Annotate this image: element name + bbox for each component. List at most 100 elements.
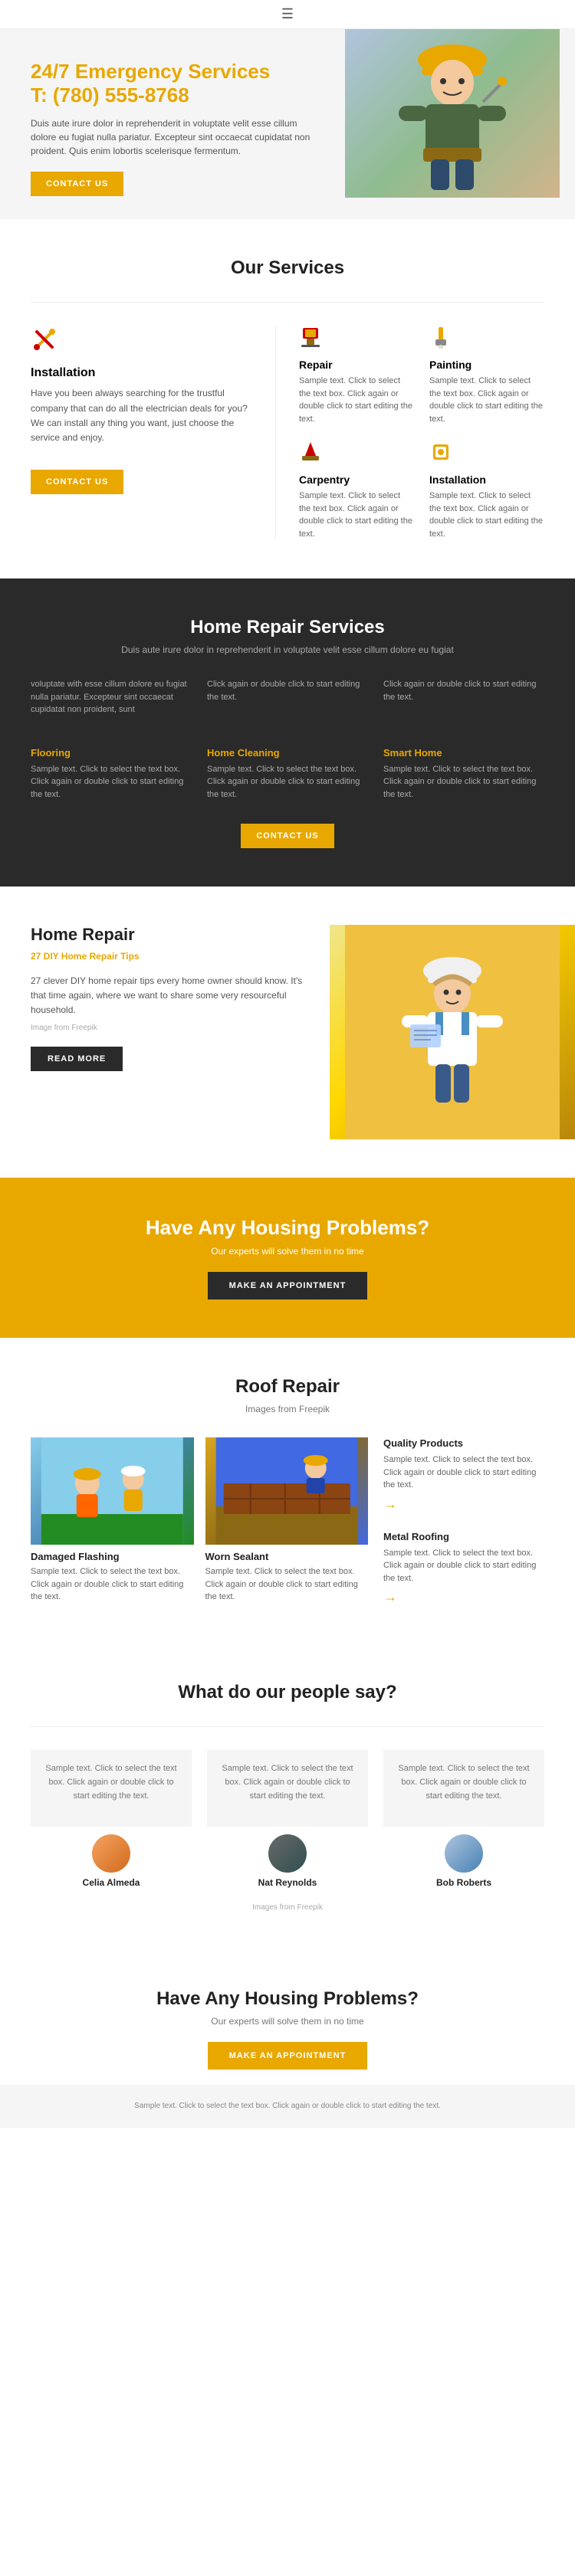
make-appointment-button-2[interactable]: MAKE AN APPOINTMENT <box>208 2042 368 2070</box>
carpentry-desc: Sample text. Click to select the text bo… <box>299 490 414 540</box>
testimonials-title: What do our people say? <box>31 1682 544 1703</box>
make-appointment-button-1[interactable]: MAKE AN APPOINTMENT <box>208 1272 368 1299</box>
services-grid: Installation Have you been always search… <box>31 326 544 540</box>
installation2-icon <box>429 441 544 467</box>
home-repair-text1: voluptate with esse cillum dolore eu fug… <box>31 678 192 716</box>
read-more-button[interactable]: READ MORE <box>31 1047 123 1071</box>
testimonial-box-1: Sample text. Click to select the text bo… <box>31 1750 192 1827</box>
testimonial-3: Sample text. Click to select the text bo… <box>383 1750 544 1888</box>
damaged-flashing-svg <box>31 1437 194 1545</box>
repair-description: 27 clever DIY home repair tips every hom… <box>31 974 307 1018</box>
housing-banner2-title: Have Any Housing Problems? <box>31 1988 544 2010</box>
hero-image-inner <box>345 29 560 198</box>
services-contact-button[interactable]: CONTACT US <box>31 470 123 494</box>
worker-illustration <box>376 29 529 198</box>
roof-image-row: Damaged Flashing Sample text. Click to s… <box>31 1437 368 1604</box>
hero-phone: T: (780) 555-8768 <box>31 84 314 107</box>
repair-service: Repair Sample text. Click to select the … <box>299 326 414 425</box>
footer-text: Sample text. Click to select the text bo… <box>31 2100 544 2112</box>
painting-title: Painting <box>429 359 544 371</box>
home-repair-col1: voluptate with esse cillum dolore eu fug… <box>31 678 192 724</box>
testimonial-text-2: Sample text. Click to select the text bo… <box>219 1762 356 1803</box>
quality-products-item: Quality Products Sample text. Click to s… <box>383 1437 544 1512</box>
testimonials-divider <box>31 1726 544 1727</box>
repair-image-credit: Image from Freepik <box>31 1022 307 1034</box>
testimonial-box-2: Sample text. Click to select the text bo… <box>207 1750 368 1827</box>
home-repair-text3: Click again or double click to start edi… <box>383 678 544 703</box>
home-repair-services-subtitle: Duis aute irure dolor in reprehenderit i… <box>31 644 544 655</box>
worn-sealant-svg <box>205 1437 369 1545</box>
installation2-title: Installation <box>429 474 544 486</box>
repair-title: Repair <box>299 359 414 371</box>
carpentry-svg <box>299 441 322 464</box>
repair-svg <box>299 326 322 349</box>
tools-icon <box>31 326 58 353</box>
testimonial-person-1: Celia Almeda <box>31 1834 192 1888</box>
testimonial-2: Sample text. Click to select the text bo… <box>207 1750 368 1888</box>
damaged-flashing-image <box>31 1437 194 1545</box>
home-repair-contact-button[interactable]: CONTACT US <box>241 824 334 848</box>
worn-sealant-desc: Sample text. Click to select the text bo… <box>205 1565 369 1604</box>
roof-text-items: Quality Products Sample text. Click to s… <box>383 1437 544 1605</box>
quality-products-arrow: → <box>383 1496 397 1512</box>
testimonial-1: Sample text. Click to select the text bo… <box>31 1750 192 1888</box>
roof-repair-title: Roof Repair <box>31 1376 544 1398</box>
repair-image <box>330 925 575 1139</box>
housing-banner1-subtitle: Our experts will solve them in no time <box>31 1246 544 1257</box>
testimonial-person-3: Bob Roberts <box>383 1834 544 1888</box>
metal-roofing-desc: Sample text. Click to select the text bo… <box>383 1547 544 1585</box>
repair-subtitle: 27 DIY Home Repair Tips <box>31 949 307 964</box>
painting-icon <box>429 326 544 352</box>
roof-content-grid: Damaged Flashing Sample text. Click to s… <box>31 1437 544 1605</box>
person-name-1: Celia Almeda <box>31 1877 192 1888</box>
services-divider <box>31 302 544 303</box>
damaged-flashing-caption: Damaged Flashing <box>31 1551 194 1562</box>
worn-sealant-col: Worn Sealant Sample text. Click to selec… <box>205 1437 369 1604</box>
hero-contact-button[interactable]: CONTACT US <box>31 172 123 196</box>
testimonial-text-3: Sample text. Click to select the text bo… <box>396 1762 532 1803</box>
hero-title-line1: 24/7 Emergency Services <box>31 60 314 84</box>
smart-home-title: Smart Home <box>383 747 544 759</box>
avatar-1 <box>92 1834 130 1873</box>
smart-home-item: Smart Home Sample text. Click to select … <box>383 739 544 809</box>
person-name-3: Bob Roberts <box>383 1877 544 1888</box>
installation-title: Installation <box>31 366 252 380</box>
testimonial-person-2: Nat Reynolds <box>207 1834 368 1888</box>
services-right-col: Repair Sample text. Click to select the … <box>299 326 544 540</box>
carpentry-service: Carpentry Sample text. Click to select t… <box>299 441 414 540</box>
hero-description: Duis aute irure dolor in reprehenderit i… <box>31 116 314 158</box>
hero-title: 24/7 Emergency Services T: (780) 555-876… <box>31 60 314 107</box>
flooring-item: Flooring Sample text. Click to select th… <box>31 739 192 809</box>
repair-title: Home Repair <box>31 925 307 945</box>
roof-images-area: Damaged Flashing Sample text. Click to s… <box>31 1437 368 1605</box>
testimonial-box-3: Sample text. Click to select the text bo… <box>383 1750 544 1827</box>
worn-sealant-caption: Worn Sealant <box>205 1551 369 1562</box>
avatar-2 <box>268 1834 307 1873</box>
housing-banner-2: Have Any Housing Problems? Our experts w… <box>0 1950 575 2085</box>
repair-icon <box>299 326 414 352</box>
damaged-flashing-col: Damaged Flashing Sample text. Click to s… <box>31 1437 194 1604</box>
metal-roofing-arrow: → <box>383 1589 397 1604</box>
flooring-title: Flooring <box>31 747 192 759</box>
quality-products-desc: Sample text. Click to select the text bo… <box>383 1454 544 1492</box>
installation-desc: Have you been always searching for the t… <box>31 386 252 445</box>
home-repair-services-footer: CONTACT US <box>31 824 544 848</box>
damaged-flashing-desc: Sample text. Click to select the text bo… <box>31 1565 194 1604</box>
hero-text: 24/7 Emergency Services T: (780) 555-876… <box>31 60 314 196</box>
metal-roofing-item: Metal Roofing Sample text. Click to sele… <box>383 1531 544 1606</box>
testimonial-text-1: Sample text. Click to select the text bo… <box>43 1762 179 1803</box>
services-left-col: Installation Have you been always search… <box>31 326 276 540</box>
painting-desc: Sample text. Click to select the text bo… <box>429 375 544 425</box>
installation2-desc: Sample text. Click to select the text bo… <box>429 490 544 540</box>
home-repair-text2: Click again or double click to start edi… <box>207 678 368 703</box>
nav-bar: ☰ <box>0 0 575 29</box>
painting-svg <box>429 326 452 349</box>
hamburger-icon[interactable]: ☰ <box>281 6 294 22</box>
painting-service: Painting Sample text. Click to select th… <box>429 326 544 425</box>
home-repair-section: Home Repair 27 DIY Home Repair Tips 27 c… <box>0 887 575 1178</box>
repair-worker-illustration <box>345 925 560 1139</box>
quality-products-title: Quality Products <box>383 1437 544 1449</box>
hero-section: 24/7 Emergency Services T: (780) 555-876… <box>0 29 575 219</box>
home-cleaning-item: Home Cleaning Sample text. Click to sele… <box>207 739 368 809</box>
home-repair-services-title: Home Repair Services <box>31 617 544 638</box>
